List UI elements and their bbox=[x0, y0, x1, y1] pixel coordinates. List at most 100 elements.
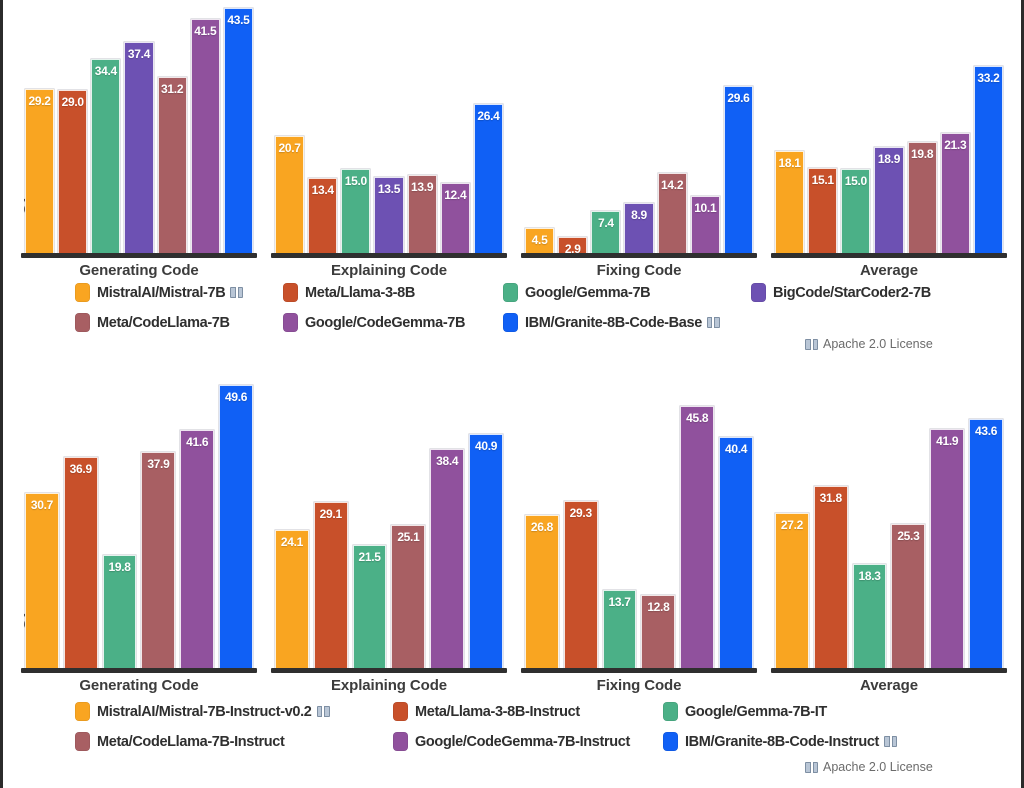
bar-value-label: 33.2 bbox=[977, 71, 1000, 86]
legend-item-mistral[interactable]: MistralAI/Mistral-7B-Instruct-v0.2 bbox=[75, 702, 330, 721]
bar: 30.7 bbox=[25, 492, 59, 668]
bar-value-label: 41.6 bbox=[186, 435, 209, 450]
bar-value-label: 41.9 bbox=[936, 433, 959, 448]
bar-value-label: 37.4 bbox=[127, 47, 151, 62]
legend-item-mistral[interactable]: MistralAI/Mistral-7B bbox=[75, 283, 244, 302]
legend-item-granite[interactable]: IBM/Granite-8B-Code-Base bbox=[503, 313, 720, 332]
bar-value-label: 4.5 bbox=[531, 232, 548, 247]
bar: 21.5 bbox=[352, 545, 387, 668]
x-axis-line bbox=[771, 668, 1007, 673]
base-models-chart-panel: pass@129.229.034.437.431.241.543.5Genera… bbox=[3, 0, 1024, 355]
bar-value-label: 27.2 bbox=[780, 517, 803, 532]
book-icon bbox=[805, 761, 818, 773]
bar-value-label: 20.7 bbox=[278, 141, 301, 156]
bar-value-label: 38.4 bbox=[436, 453, 459, 468]
legend-item-codegemma[interactable]: Google/CodeGemma-7B-Instruct bbox=[393, 732, 630, 751]
bar: 41.5 bbox=[190, 19, 220, 253]
bar: 20.7 bbox=[275, 136, 305, 253]
bar-value-label: 10.1 bbox=[694, 201, 717, 216]
bar-value-label: 29.0 bbox=[61, 94, 84, 109]
bar: 38.4 bbox=[430, 448, 465, 668]
book-icon bbox=[884, 736, 898, 747]
category-label: Average bbox=[860, 677, 918, 694]
x-axis-line bbox=[21, 668, 257, 673]
legend-item-codellama[interactable]: Meta/CodeLlama-7B-Instruct bbox=[75, 732, 285, 751]
legend-label: IBM/Granite-8B-Code-Instruct bbox=[685, 733, 880, 750]
bar-value-label: 24.1 bbox=[280, 535, 303, 550]
legend-item-gemma[interactable]: Google/Gemma-7B-IT bbox=[663, 702, 827, 721]
bar-value-label: 41.5 bbox=[194, 24, 217, 39]
bar-value-label: 29.6 bbox=[727, 91, 750, 106]
bar: 15.0 bbox=[841, 168, 871, 253]
bar-value-label: 34.4 bbox=[94, 64, 117, 79]
bar: 29.3 bbox=[563, 500, 598, 668]
bar: 19.8 bbox=[102, 554, 137, 668]
bar-value-label: 40.9 bbox=[474, 439, 498, 454]
legend-item-llama[interactable]: Meta/Llama-3-8B bbox=[283, 283, 415, 302]
bar-value-label: 18.1 bbox=[778, 156, 801, 171]
legend-swatch bbox=[75, 702, 90, 721]
license-note-text: Apache 2.0 License bbox=[823, 760, 933, 774]
legend-swatch bbox=[393, 732, 408, 751]
legend-swatch bbox=[503, 283, 518, 302]
bar: 40.9 bbox=[469, 434, 503, 668]
legend-label: MistralAI/Mistral-7B-Instruct-v0.2 bbox=[97, 703, 312, 720]
figure-root: pass@129.229.034.437.431.241.543.5Genera… bbox=[0, 0, 1024, 788]
bar-value-label: 25.3 bbox=[897, 528, 920, 543]
legend-label: Google/CodeGemma-7B-Instruct bbox=[415, 733, 630, 750]
legend-item-codegemma[interactable]: Google/CodeGemma-7B bbox=[283, 313, 465, 332]
bar: 10.1 bbox=[690, 196, 720, 253]
license-note: Apache 2.0 License bbox=[805, 760, 933, 774]
bar-group: 27.2 31.8 18.3 25.3 41.9 43.6 bbox=[775, 380, 1003, 668]
bar-value-label: 13.5 bbox=[377, 182, 401, 196]
legend-label: Google/CodeGemma-7B bbox=[305, 314, 466, 331]
legend-swatch bbox=[75, 732, 90, 751]
bar: 18.1 bbox=[775, 151, 805, 253]
bar: 14.2 bbox=[657, 173, 687, 253]
legend-label: Meta/Llama-3-8B-Instruct bbox=[415, 703, 580, 720]
legend-item-gemma[interactable]: Google/Gemma-7B bbox=[503, 283, 651, 302]
bar: 37.9 bbox=[141, 451, 176, 668]
bar-group: 29.2 29.0 34.4 37.4 31.2 41.5 43.5 bbox=[25, 5, 253, 253]
bar-value-label: 40.4 bbox=[724, 442, 748, 457]
legend-swatch bbox=[503, 313, 518, 332]
bar-value-label: 43.6 bbox=[974, 424, 998, 439]
legend-label: Google/Gemma-7B bbox=[525, 284, 651, 301]
book-icon bbox=[805, 338, 818, 350]
category-label: Explaining Code bbox=[330, 262, 447, 279]
license-note-text: Apache 2.0 License bbox=[823, 337, 933, 351]
base-models-legend: MistralAI/Mistral-7B Meta/Llama-3-8B Googl… bbox=[3, 283, 1024, 355]
bar: 43.6 bbox=[969, 419, 1003, 668]
bar-value-label: 25.1 bbox=[397, 529, 420, 544]
bar-value-label: 31.2 bbox=[161, 82, 184, 97]
bar: 31.8 bbox=[813, 486, 848, 668]
bar: 7.4 bbox=[591, 211, 621, 253]
bar-value-label: 37.9 bbox=[147, 456, 170, 471]
bar: 26.8 bbox=[525, 514, 559, 668]
bar: 21.3 bbox=[940, 133, 970, 253]
bar: 41.6 bbox=[180, 430, 215, 668]
bar-value-label: 26.8 bbox=[530, 519, 553, 534]
book-icon bbox=[706, 317, 720, 328]
legend-item-llama[interactable]: Meta/Llama-3-8B-Instruct bbox=[393, 702, 580, 721]
bar: 18.9 bbox=[874, 146, 904, 253]
x-axis-line bbox=[771, 253, 1007, 258]
x-axis-line bbox=[521, 253, 757, 258]
x-axis-line bbox=[271, 668, 507, 673]
legend-label: Google/Gemma-7B-IT bbox=[685, 703, 827, 720]
bar: 26.4 bbox=[473, 104, 503, 253]
bar-group: 30.7 36.9 19.8 37.9 41.6 49.6 bbox=[25, 380, 253, 668]
legend-item-codellama[interactable]: Meta/CodeLlama-7B bbox=[75, 313, 230, 332]
bar: 33.2 bbox=[973, 66, 1003, 253]
x-axis-line bbox=[21, 253, 257, 258]
bar-value-label: 29.3 bbox=[569, 505, 592, 520]
legend-item-granite[interactable]: IBM/Granite-8B-Code-Instruct bbox=[663, 732, 898, 751]
bar-group: 18.1 15.1 15.0 18.9 19.8 21.3 33.2 bbox=[775, 5, 1003, 253]
bar: 8.9 bbox=[624, 202, 654, 253]
category-label: Explaining Code bbox=[330, 677, 447, 694]
legend-label: BigCode/StarCoder2-7B bbox=[773, 284, 931, 301]
bar-value-label: 21.5 bbox=[358, 550, 381, 565]
legend-item-starcoder[interactable]: BigCode/StarCoder2-7B bbox=[751, 283, 931, 302]
bar: 25.1 bbox=[391, 524, 426, 668]
legend-swatch bbox=[283, 283, 298, 302]
